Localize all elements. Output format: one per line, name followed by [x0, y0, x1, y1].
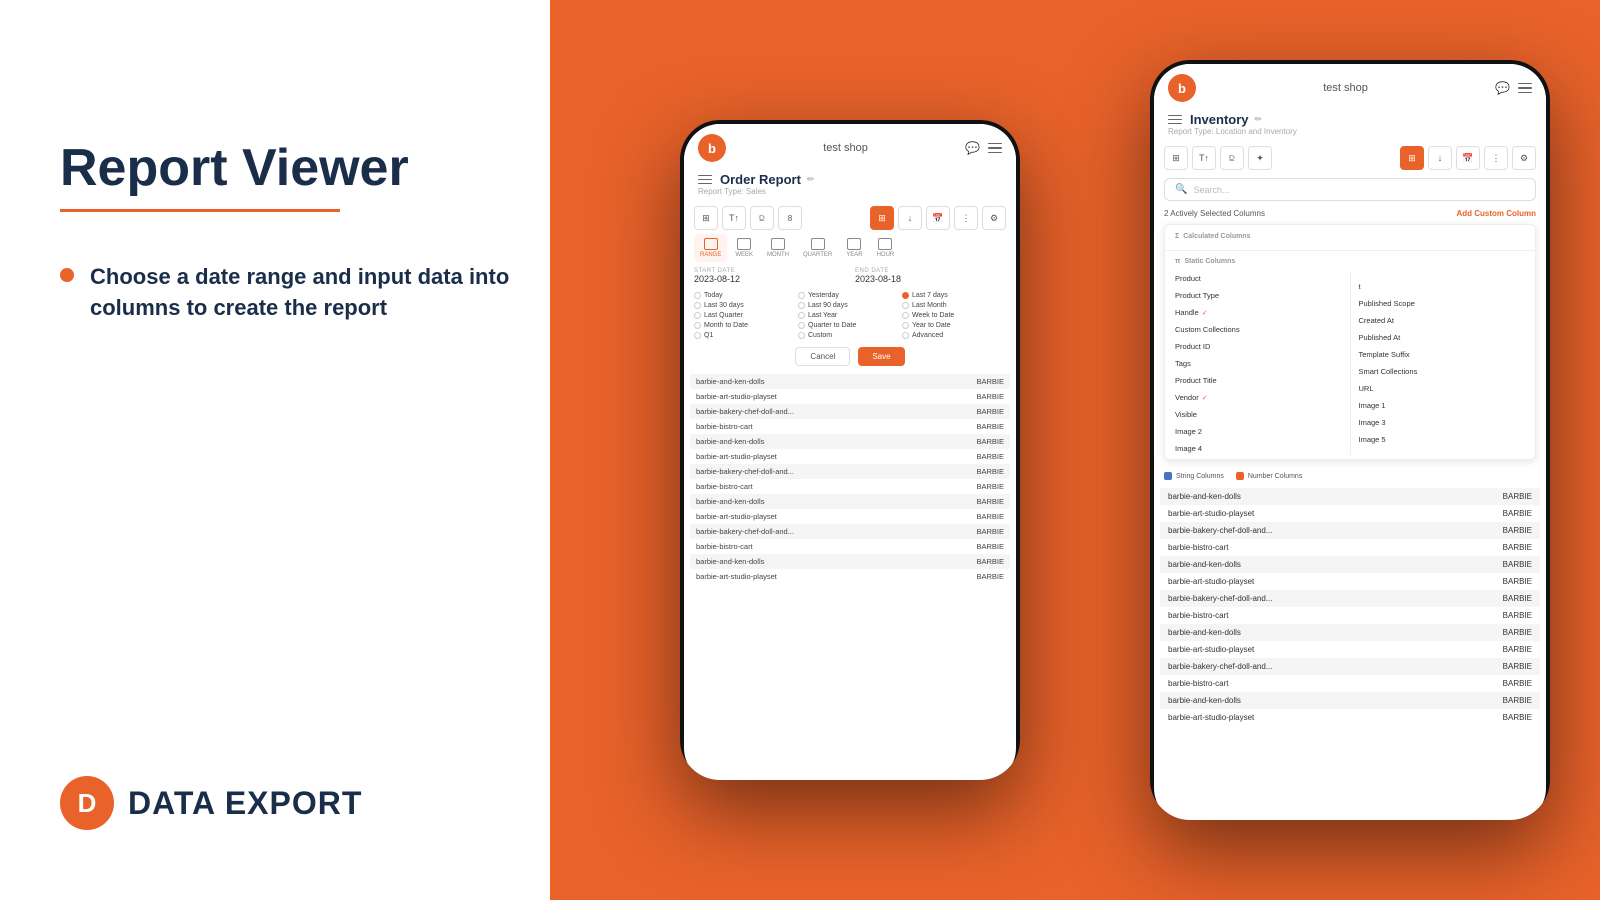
page-title: Report Viewer	[60, 140, 560, 197]
logo-letter: D	[78, 788, 97, 819]
bullet-dot	[60, 268, 74, 282]
title-underline	[60, 209, 340, 212]
background-orange	[550, 0, 1600, 900]
bullet-point: Choose a date range and input data into …	[60, 262, 560, 324]
logo-circle: D	[60, 776, 114, 830]
logo-text: DATA EXPORT	[128, 785, 362, 822]
logo-area: D DATA EXPORT	[60, 776, 560, 830]
left-panel: Report Viewer Choose a date range and in…	[0, 0, 620, 900]
bullet-text: Choose a date range and input data into …	[90, 262, 560, 324]
left-content: Report Viewer Choose a date range and in…	[60, 140, 560, 324]
